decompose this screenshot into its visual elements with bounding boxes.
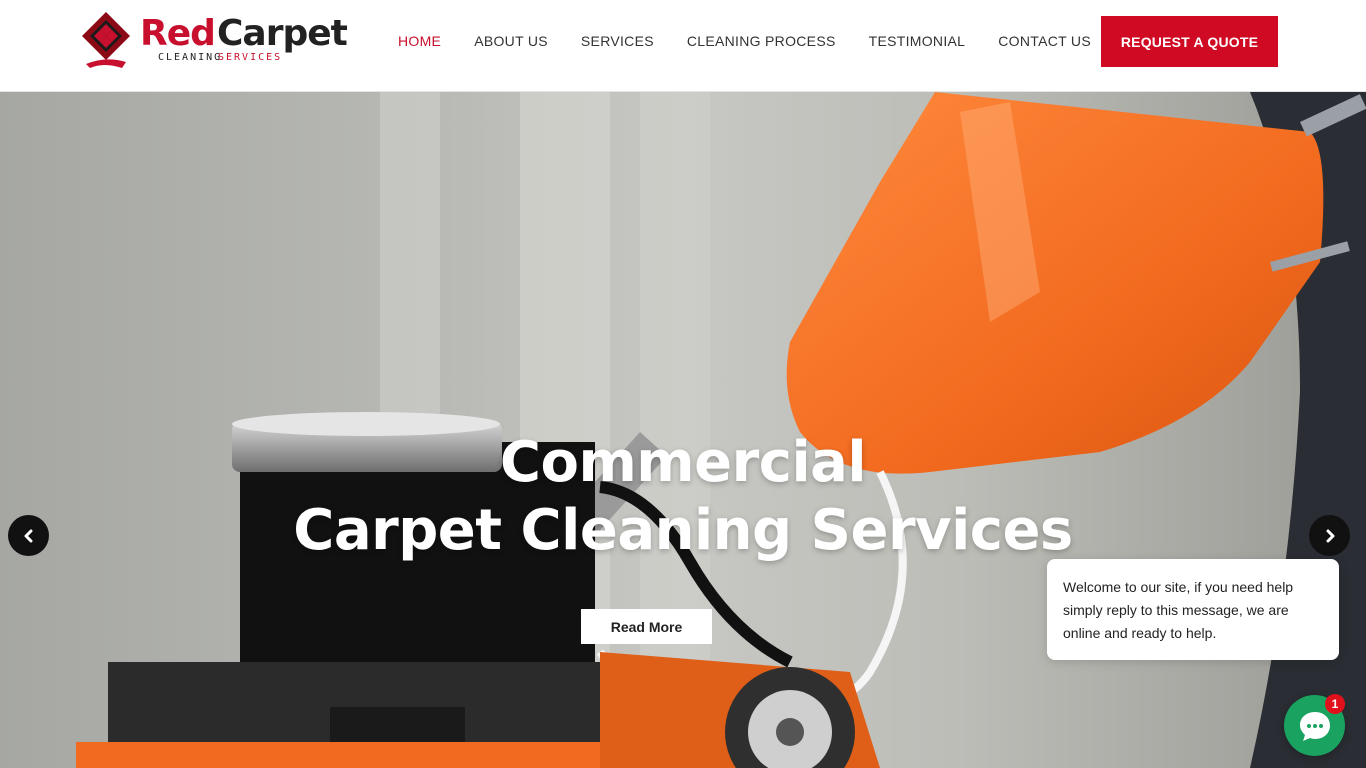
site-header: Red Carpet CLEANING SERVICES HOME ABOUT … xyxy=(0,0,1366,92)
nav-testimonial[interactable]: TESTIMONIAL xyxy=(869,32,966,50)
logo-tagline-cleaning: CLEANING xyxy=(158,52,223,63)
nav-contact-us[interactable]: CONTACT US xyxy=(998,32,1091,50)
main-nav: HOME ABOUT US SERVICES CLEANING PROCESS … xyxy=(398,32,1124,50)
logo-text-carpet: Carpet xyxy=(217,13,348,54)
hero-slider: Commercial Carpet Cleaning Services Read… xyxy=(0,92,1366,768)
request-quote-button[interactable]: REQUEST A QUOTE xyxy=(1101,16,1278,67)
chat-welcome-message[interactable]: Welcome to our site, if you need help si… xyxy=(1047,559,1339,660)
nav-services[interactable]: SERVICES xyxy=(581,32,654,50)
hero-heading-line2: Carpet Cleaning Services xyxy=(293,498,1073,563)
chat-icon xyxy=(1299,711,1330,741)
logo-text-red: Red xyxy=(140,13,216,54)
logo[interactable]: Red Carpet CLEANING SERVICES xyxy=(82,12,348,70)
read-more-button[interactable]: Read More xyxy=(581,609,712,644)
hero-heading-line1: Commercial xyxy=(499,430,867,495)
hero-heading: Commercial Carpet Cleaning Services xyxy=(0,430,1366,566)
logo-mark-icon xyxy=(82,12,130,68)
chat-unread-badge: 1 xyxy=(1325,694,1345,714)
nav-cleaning-process[interactable]: CLEANING PROCESS xyxy=(687,32,836,50)
nav-about-us[interactable]: ABOUT US xyxy=(474,32,548,50)
logo-tagline-services: SERVICES xyxy=(218,52,283,63)
nav-home[interactable]: HOME xyxy=(398,32,441,50)
